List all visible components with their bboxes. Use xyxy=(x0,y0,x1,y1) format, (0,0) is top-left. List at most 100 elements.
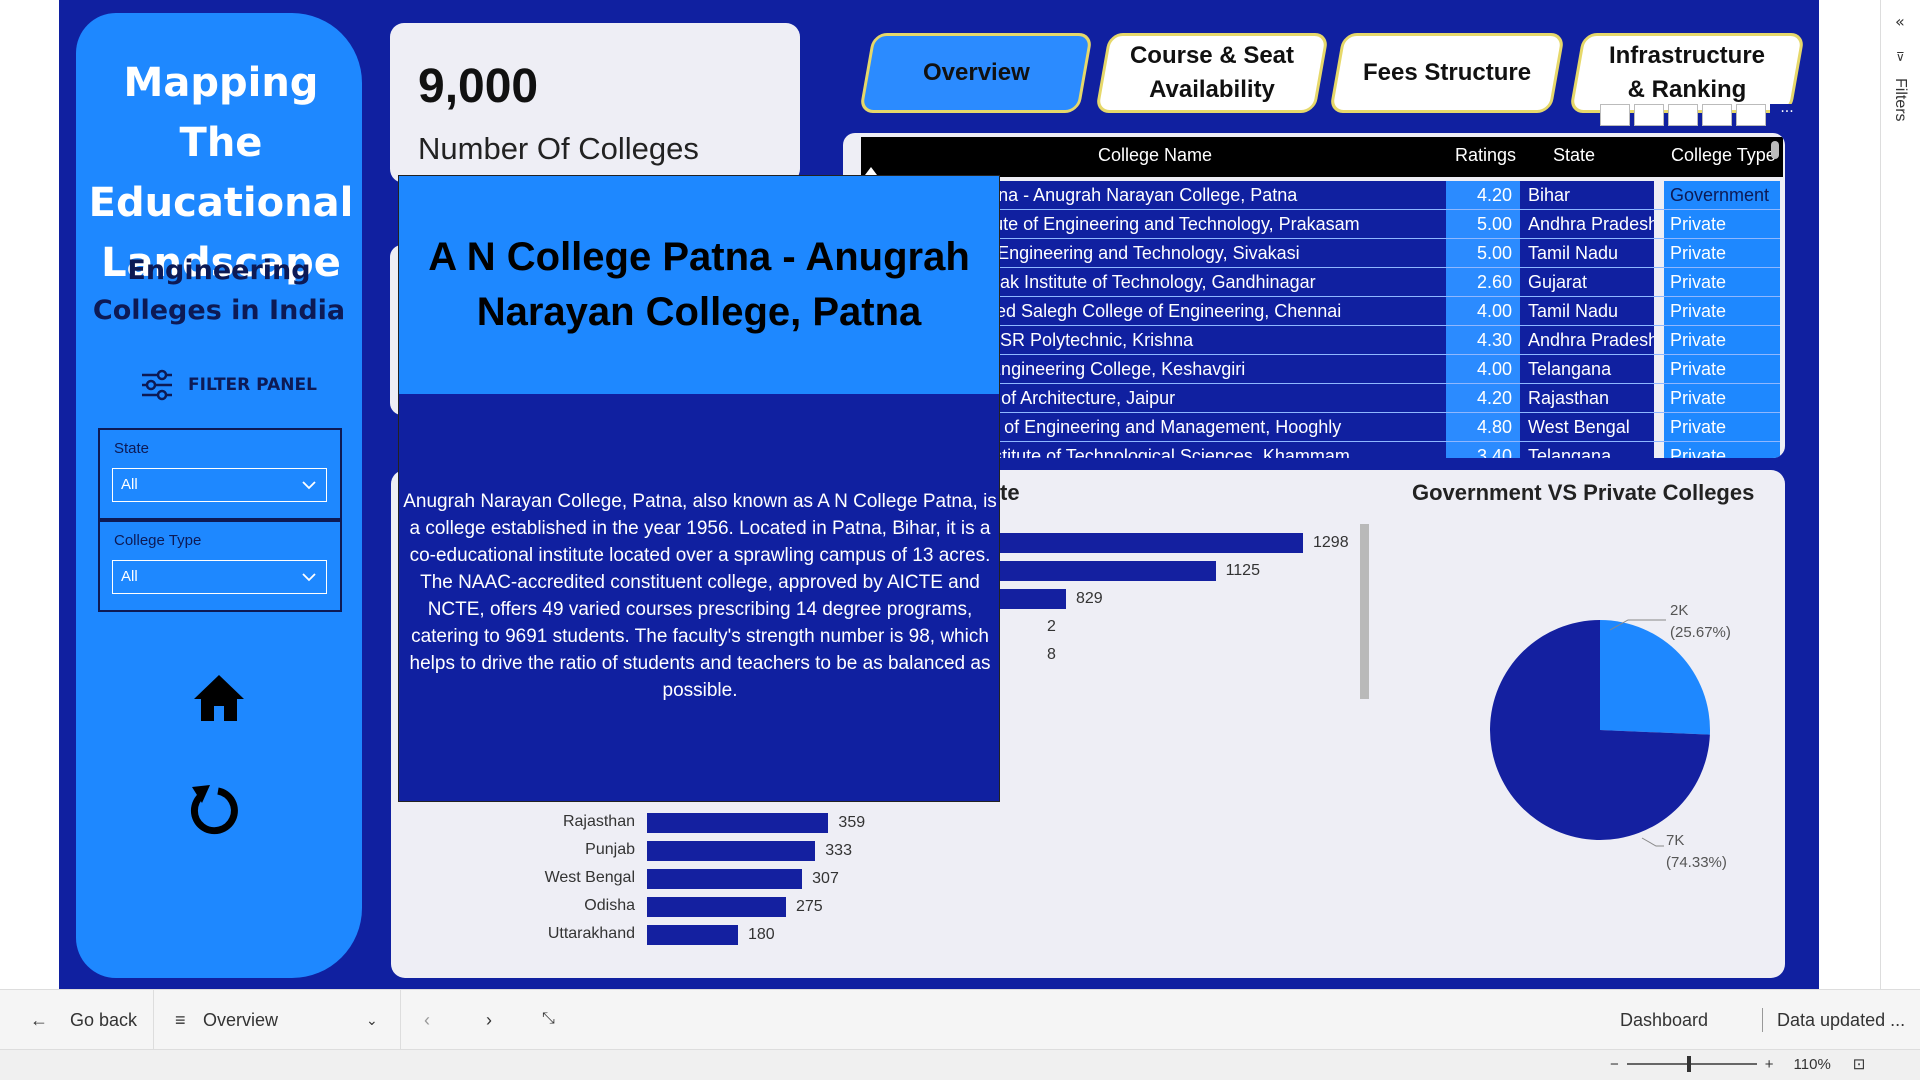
bar[interactable] xyxy=(647,813,829,833)
nav-overview-button[interactable]: Overview xyxy=(858,33,1094,113)
bar-category-label: Odisha xyxy=(584,897,635,914)
data-updated-status: Data updated ... xyxy=(1777,1010,1906,1030)
table-header: College Name Ratings State College Type xyxy=(861,137,1783,177)
page-list-icon: ≡ xyxy=(175,1010,186,1030)
cell-college-type: Private xyxy=(1664,442,1780,458)
cell-college-type: Government xyxy=(1664,181,1780,209)
cell-college-type: Private xyxy=(1664,355,1780,383)
previous-page-icon[interactable]: ‹ xyxy=(424,1010,430,1031)
bar-value-label: 275 xyxy=(795,898,823,915)
bar-value-label: 1125 xyxy=(1225,562,1260,579)
cell-state: Gujarat xyxy=(1520,268,1654,296)
bar-category-label: Rajasthan xyxy=(562,813,635,830)
nav-course-button[interactable]: Course & Seat Availability xyxy=(1094,33,1330,113)
nav-fees-button[interactable]: Fees Structure xyxy=(1328,33,1566,113)
pin-icon[interactable] xyxy=(1600,104,1630,126)
nav-course-label: Course & Seat Availability xyxy=(1129,42,1295,103)
college-type-dropdown[interactable]: All xyxy=(112,560,327,594)
reset-icon[interactable] xyxy=(188,781,240,837)
college-type-slicer: College Type All xyxy=(98,520,342,612)
zoom-level: 110% xyxy=(1793,1055,1831,1073)
header-state[interactable]: State xyxy=(1553,145,1595,166)
exit-fullscreen-icon[interactable]: ⤡ xyxy=(542,1010,555,1028)
nav-infra-label: Infrastructure & Ranking xyxy=(1608,42,1766,103)
kpi-label: Number Of Colleges xyxy=(418,131,699,166)
filter-panel-header[interactable]: FILTER PANEL xyxy=(140,368,317,402)
tooltip-header: A N College Patna - Anugrah Narayan Coll… xyxy=(399,176,999,394)
zoom-in-icon[interactable]: + xyxy=(1765,1056,1774,1073)
cell-college-type: Private xyxy=(1664,268,1780,296)
go-back-button[interactable]: Go back xyxy=(70,1010,137,1031)
bar-value-label: 307 xyxy=(812,870,839,887)
filters-pane[interactable]: « ⊽ Filters xyxy=(1880,0,1920,989)
bottom-navigation-bar: ← Go back ≡ Overview ⌄ ‹ › ⤡ Dashboard D… xyxy=(0,989,1920,1050)
report-subtitle: Engineering Colleges in India xyxy=(92,255,346,326)
zoom-slider-thumb[interactable] xyxy=(1686,1056,1691,1072)
bar[interactable] xyxy=(647,925,738,945)
filters-pane-label: Filters xyxy=(1892,78,1909,122)
header-college-type[interactable]: College Type xyxy=(1671,145,1776,166)
cell-state: Andhra Pradesh xyxy=(1520,326,1654,354)
bar-value-label: 359 xyxy=(838,814,866,831)
zoom-out-icon[interactable]: − xyxy=(1610,1056,1619,1073)
filter-panel-label: FILTER PANEL xyxy=(188,375,317,395)
bar-value-label: 8 xyxy=(1047,646,1056,663)
nav-infra-button[interactable]: Infrastructure & Ranking xyxy=(1568,33,1806,113)
cell-state: Telangana xyxy=(1520,442,1654,458)
cell-rating: 4.00 xyxy=(1446,355,1520,383)
zoom-slider[interactable] xyxy=(1626,1056,1757,1072)
cell-college-type: Private xyxy=(1664,239,1780,267)
bar-category-label: Punjab xyxy=(585,841,635,858)
chevron-down-icon xyxy=(302,481,316,490)
cell-rating: 4.00 xyxy=(1446,297,1520,325)
state-slicer: State All xyxy=(98,428,342,520)
table-scrollbar[interactable] xyxy=(1771,141,1779,159)
bar-category-label: Uttarakhand xyxy=(547,925,635,942)
header-ratings[interactable]: Ratings xyxy=(1455,145,1516,166)
back-arrow-icon[interactable]: ← xyxy=(30,1010,48,1031)
more-options-icon[interactable]: ··· xyxy=(1770,104,1804,126)
page-dropdown-chevron-icon[interactable]: ⌄ xyxy=(366,1012,378,1029)
college-type-dropdown-value: All xyxy=(121,568,138,585)
divider xyxy=(400,990,401,1050)
cell-college-type: Private xyxy=(1664,384,1780,412)
collapse-pane-icon[interactable]: « xyxy=(1895,12,1905,31)
bar[interactable] xyxy=(647,841,816,861)
copy-icon[interactable] xyxy=(1634,104,1664,126)
bar-value-label: 2 xyxy=(1047,618,1056,635)
bar-value-label: 1298 xyxy=(1313,534,1349,551)
cell-rating: 2.60 xyxy=(1446,268,1520,296)
bar-category-label: West Bengal xyxy=(544,869,635,886)
focus-icon[interactable] xyxy=(1736,104,1766,126)
home-icon[interactable] xyxy=(192,673,246,723)
college-tooltip: A N College Patna - Anugrah Narayan Coll… xyxy=(398,175,1000,802)
state-dropdown-value: All xyxy=(121,476,138,493)
bar-value-label: 180 xyxy=(747,926,775,943)
bar[interactable] xyxy=(647,869,803,889)
cell-college-type: Private xyxy=(1664,326,1780,354)
dashboard-link[interactable]: Dashboard xyxy=(1620,1010,1708,1031)
next-page-icon[interactable]: › xyxy=(486,1010,492,1031)
bar-chart-scrollbar[interactable] xyxy=(1360,524,1369,699)
fit-page-icon[interactable]: ⊡ xyxy=(1853,1055,1866,1073)
state-dropdown[interactable]: All xyxy=(112,468,327,502)
state-slicer-label: State xyxy=(114,440,150,457)
bar[interactable] xyxy=(647,897,786,917)
alert-icon[interactable] xyxy=(1668,104,1698,126)
zoom-control: − + 110% ⊡ xyxy=(1610,1055,1866,1074)
cell-state: Telangana xyxy=(1520,355,1654,383)
cell-college-type: Private xyxy=(1664,413,1780,441)
filter-funnel-icon: ⊽ xyxy=(1896,50,1905,64)
page-selector[interactable]: Overview xyxy=(203,1010,278,1031)
cell-state: Bihar xyxy=(1520,181,1654,209)
tooltip-description: Anugrah Narayan College, Patna, also kno… xyxy=(403,491,997,701)
cell-state: West Bengal xyxy=(1520,413,1654,441)
filter-icon[interactable] xyxy=(1702,104,1732,126)
cell-rating: 5.00 xyxy=(1446,210,1520,238)
cell-state: Rajasthan xyxy=(1520,384,1654,412)
bar-chart-title: te xyxy=(1000,480,1020,505)
cell-college-type: Private xyxy=(1664,297,1780,325)
header-college-name[interactable]: College Name xyxy=(1098,145,1212,166)
left-panel: Mapping The Educational Landscape Engine… xyxy=(76,13,362,978)
pie-leader-lines xyxy=(1609,619,1666,847)
